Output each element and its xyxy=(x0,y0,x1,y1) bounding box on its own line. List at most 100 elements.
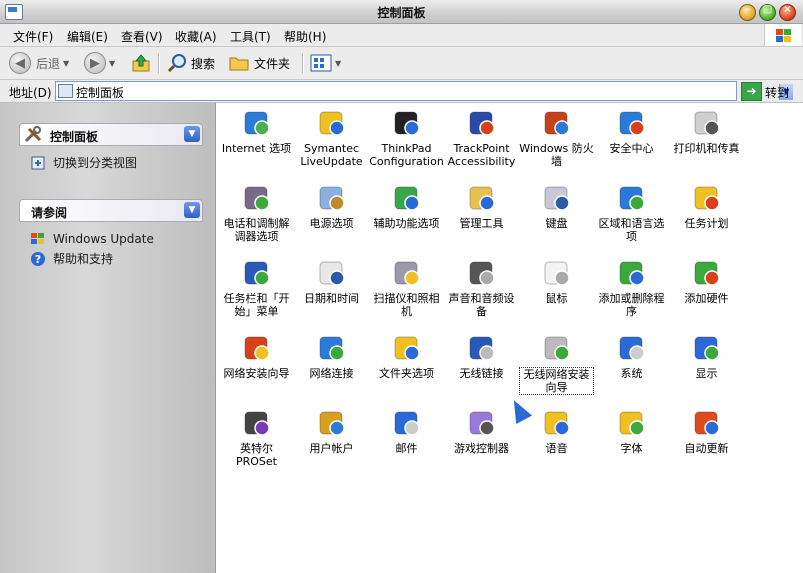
up-folder-icon xyxy=(132,54,150,72)
control-panel-item-label: 任务栏和「开始」菜单 xyxy=(223,292,290,318)
category-view-icon xyxy=(30,155,46,171)
control-panel-item[interactable]: 用户帐户 xyxy=(294,406,369,455)
windows-update-link[interactable]: Windows Update xyxy=(30,231,154,247)
speech-icon xyxy=(540,406,574,440)
control-panel-item[interactable]: 声音和音频设备 xyxy=(444,256,519,318)
control-panel-item[interactable]: 网络安装向导 xyxy=(219,331,294,380)
control-panel-item[interactable]: 英特尔 PROSet xyxy=(219,406,294,468)
control-panel-item[interactable]: 无线网络安装向导 xyxy=(519,331,594,395)
go-arrow-icon[interactable]: ➜ xyxy=(741,82,762,101)
up-folder-button[interactable] xyxy=(131,51,151,75)
control-panel-item[interactable]: 电源选项 xyxy=(294,181,369,230)
speaker-icon xyxy=(465,256,499,290)
control-panel-item-label: 电话和调制解调器选项 xyxy=(223,217,290,243)
menu-edit[interactable]: 编辑(E) xyxy=(67,28,108,45)
chevron-up-icon[interactable]: ▼ xyxy=(184,202,200,218)
control-panel-item[interactable]: 扫描仪和照相机 xyxy=(369,256,444,318)
control-panel-item[interactable]: 网络连接 xyxy=(294,331,369,380)
network-globe-icon xyxy=(315,331,349,365)
chevron-up-icon[interactable]: ▼ xyxy=(184,126,200,142)
control-panel-item-label: 英特尔 PROSet xyxy=(236,442,277,468)
control-panel-section-header[interactable]: 控制面板 ▼ xyxy=(19,123,203,146)
mail-icon xyxy=(390,406,424,440)
control-panel-item-label: Internet 选项 xyxy=(221,142,292,155)
control-panel-item-label: 文件夹选项 xyxy=(379,367,434,380)
control-panel-item[interactable]: 文件夹选项 xyxy=(369,331,444,380)
control-panel-item[interactable]: 自动更新 xyxy=(669,406,744,455)
control-panel-item[interactable]: 辅助功能选项 xyxy=(369,181,444,230)
firewall-icon xyxy=(540,106,574,140)
control-panel-item[interactable]: 区域和语言选项 xyxy=(594,181,669,243)
address-input[interactable]: 控制面板 ▼ xyxy=(55,81,793,101)
scanner-icon xyxy=(390,256,424,290)
control-panel-item[interactable]: TrackPoint Accessibility xyxy=(444,106,519,168)
control-panel-item[interactable]: Internet 选项 xyxy=(219,106,294,155)
close-icon: × xyxy=(783,4,792,15)
menu-help[interactable]: 帮助(H) xyxy=(284,28,326,45)
back-arrow-icon: ◀ xyxy=(9,52,31,74)
control-panel-item-label: TrackPoint Accessibility xyxy=(447,142,516,168)
power-icon xyxy=(315,181,349,215)
wireless-wizard-icon xyxy=(540,331,574,365)
minimize-button[interactable]: – xyxy=(739,4,756,21)
control-panel-item[interactable]: 键盘 xyxy=(519,181,594,230)
menu-favorites[interactable]: 收藏(A) xyxy=(175,28,217,45)
see-also-title: 请参阅 xyxy=(31,206,68,220)
folders-button[interactable]: 文件夹 xyxy=(229,51,290,75)
control-panel-item-label: 任务计划 xyxy=(684,217,729,230)
control-panel-item-label: 语音 xyxy=(545,442,568,455)
globe-icon xyxy=(615,181,649,215)
control-panel-item[interactable]: 任务栏和「开始」菜单 xyxy=(219,256,294,318)
control-panel-item[interactable]: 字体 xyxy=(594,406,669,455)
switch-to-category-view-link[interactable]: 切换到分类视图 xyxy=(30,154,137,171)
laptop-icon xyxy=(390,106,424,140)
globe-check-icon xyxy=(240,106,274,140)
control-panel-item[interactable]: 任务计划 xyxy=(669,181,744,230)
search-button[interactable]: 搜索 xyxy=(167,51,215,75)
menu-tools[interactable]: 工具(T) xyxy=(230,28,271,45)
keyboard-icon xyxy=(540,181,574,215)
control-panel-items: Internet 选项 Symantec LiveUpdate ThinkPad C… xyxy=(216,103,803,573)
control-panel-item-label: 游戏控制器 xyxy=(454,442,509,455)
help-and-support-link[interactable]: ? 帮助和支持 xyxy=(30,250,113,267)
control-panel-item[interactable]: 安全中心 xyxy=(594,106,669,155)
forward-button[interactable]: ▶ ▼ xyxy=(84,51,115,75)
back-dropdown-icon[interactable]: ▼ xyxy=(63,59,69,68)
control-panel-item[interactable]: 游戏控制器 xyxy=(444,406,519,455)
control-panel-item-label: 添加或删除程序 xyxy=(598,292,665,318)
control-panel-item[interactable]: 显示 xyxy=(669,331,744,380)
shield-icon xyxy=(615,106,649,140)
control-panel-item[interactable]: 管理工具 xyxy=(444,181,519,230)
back-button[interactable]: ◀ 后退 ▼ xyxy=(9,51,69,75)
control-panel-item[interactable]: 日期和时间 xyxy=(294,256,369,305)
control-panel-item[interactable]: 添加或删除程序 xyxy=(594,256,669,318)
control-panel-item-label: ThinkPad Configuration xyxy=(369,142,444,168)
search-label: 搜索 xyxy=(191,56,216,71)
control-panel-item[interactable]: Windows 防火墙 xyxy=(519,106,594,168)
forward-dropdown-icon[interactable]: ▼ xyxy=(109,59,115,68)
control-panel-item[interactable]: 邮件 xyxy=(369,406,444,455)
control-panel-item[interactable]: 电话和调制解调器选项 xyxy=(219,181,294,243)
control-panel-item-label: 邮件 xyxy=(395,442,418,455)
control-panel-item[interactable]: 添加硬件 xyxy=(669,256,744,305)
control-panel-item-label: 鼠标 xyxy=(545,292,568,305)
switch-view-label: 切换到分类视图 xyxy=(53,156,138,170)
address-label: 地址(D) xyxy=(9,86,52,100)
see-also-section-header[interactable]: 请参阅 ▼ xyxy=(19,199,203,222)
control-panel-item[interactable]: ThinkPad Configuration xyxy=(369,106,444,168)
menu-view[interactable]: 查看(V) xyxy=(121,28,163,45)
maximize-button[interactable]: □ xyxy=(759,4,776,21)
menu-file[interactable]: 文件(F) xyxy=(13,28,53,45)
views-button[interactable]: ▼ xyxy=(310,51,341,75)
control-panel-item[interactable]: 无线链接 xyxy=(444,331,519,380)
control-panel-item[interactable]: Symantec LiveUpdate xyxy=(294,106,369,168)
control-panel-item[interactable]: 系统 xyxy=(594,331,669,380)
control-panel-item[interactable]: 打印机和传真 xyxy=(669,106,744,155)
close-button[interactable]: × xyxy=(779,4,796,21)
phone-icon xyxy=(240,181,274,215)
control-panel-item[interactable]: 鼠标 xyxy=(519,256,594,305)
control-panel-item-label: 字体 xyxy=(620,442,643,455)
help-icon: ? xyxy=(30,251,46,267)
go-button[interactable]: 转到 xyxy=(765,84,789,101)
control-panel-item-label: 无线网络安装向导 xyxy=(519,367,594,395)
